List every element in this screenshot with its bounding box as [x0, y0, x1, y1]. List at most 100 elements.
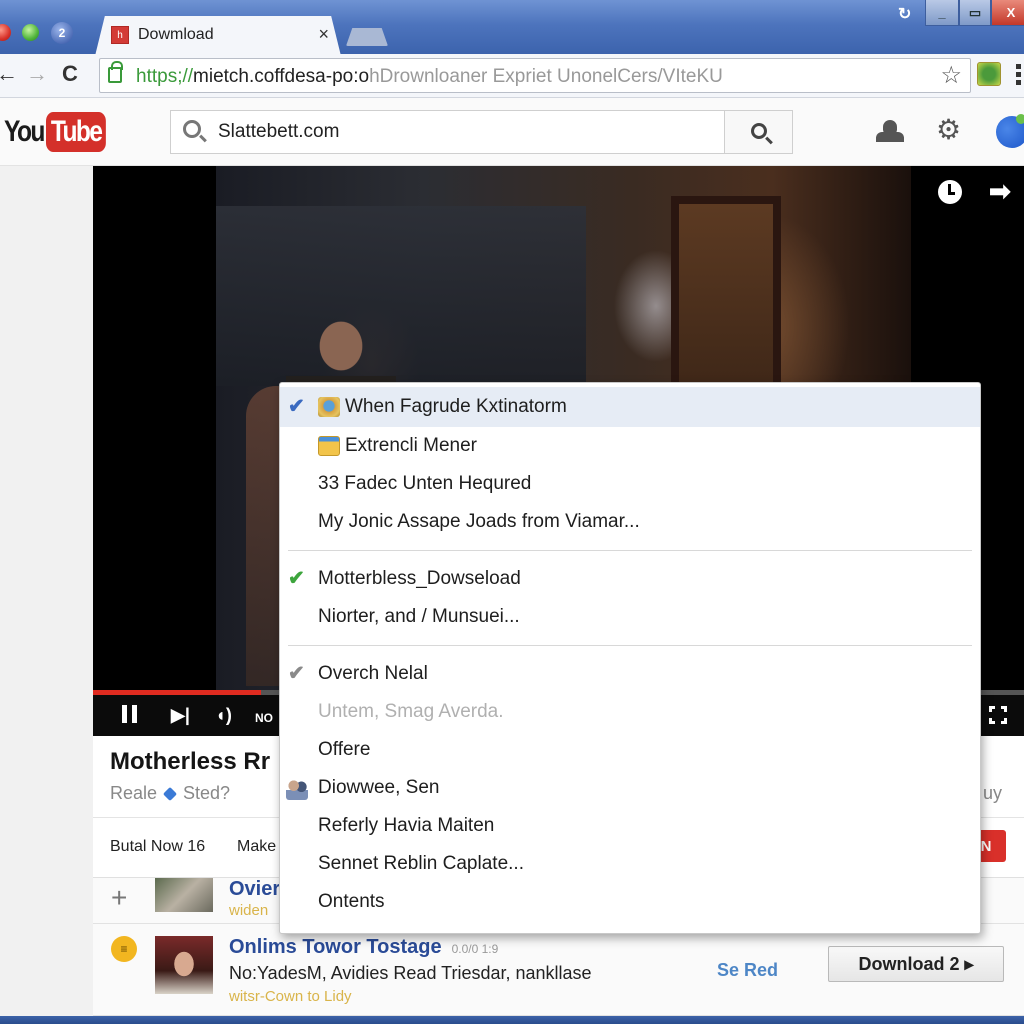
window-zoom-dot[interactable] [22, 24, 39, 41]
related-video-row[interactable]: ≡ Onlims Towor Tostage 0.0/0 1:9 No:Yades… [93, 924, 1024, 1016]
fullscreen-icon[interactable] [989, 706, 1007, 724]
context-menu-item-label: Diowwee, Sen [318, 777, 440, 798]
minimize-button[interactable]: _ [925, 0, 959, 26]
download-button[interactable]: Download 2 ▸ [828, 946, 1004, 982]
context-menu-item[interactable]: ✔ Motterbless_Dowseload [280, 560, 980, 598]
context-menu-item-label: When Fagrude Kxtinatorm [345, 396, 567, 417]
browser-toolbar: ← → C https;//mietch.coffdesa-po:ohDrown… [0, 54, 1024, 98]
logo-tube: Tube [46, 112, 107, 152]
extension-icon[interactable] [977, 62, 1001, 86]
back-button[interactable]: ← [0, 61, 18, 87]
context-menu-item[interactable]: Extrencli Mener [280, 427, 980, 465]
context-menu-item: Untem, Smag Averda. [280, 693, 980, 731]
checkmark-icon: ✔ [288, 662, 305, 685]
related-thumbnail[interactable] [155, 936, 213, 994]
channel-row: Reale Sted? [110, 783, 230, 804]
action-button-2[interactable]: Make [237, 838, 276, 856]
context-menu-item-label: Niorter, and / Munsuei... [318, 606, 520, 627]
context-menu-item[interactable]: Referly Havia Maiten [280, 807, 980, 845]
related-description: No:YadesM, Avidies Read Triesdar, nankll… [229, 963, 592, 983]
url-text[interactable]: https;//mietch.coffdesa-po:ohDrownloaner… [136, 66, 723, 88]
sync-icon[interactable]: ↻ [898, 4, 911, 24]
taskbar [0, 1016, 1024, 1024]
browser-menu-icon[interactable] [1016, 64, 1022, 86]
tab-close-icon[interactable]: × [318, 24, 329, 45]
context-menu-item[interactable]: Diowwee, Sen [280, 769, 980, 807]
globe-icon [318, 397, 340, 417]
channel-suffix: Sted? [183, 783, 231, 803]
url-scheme: https;// [136, 66, 194, 87]
context-menu-item-label: 33 Fadec Unten Hequred [318, 473, 532, 494]
user-icon[interactable] [876, 120, 904, 144]
window-titlebar: 2 h Dowmload × ↻ _ ▭ X [0, 0, 1024, 56]
add-plus-icon[interactable]: + [111, 882, 127, 914]
search-icon [183, 120, 201, 138]
context-menu-item-label: Motterbless_Dowseload [318, 568, 521, 589]
related-thumbnail[interactable] [155, 878, 213, 912]
address-bar[interactable]: https;//mietch.coffdesa-po:ohDrownloaner… [99, 58, 971, 93]
related-title[interactable]: Ovier [229, 878, 280, 901]
youtube-header: You Tube ⚙ [0, 98, 1024, 166]
context-menu-item-label: My Jonic Assape Joads from Viamar... [318, 511, 640, 532]
gear-icon[interactable]: ⚙ [936, 116, 961, 144]
share-arrow-icon[interactable]: ➡ [989, 178, 1011, 204]
maximize-button[interactable]: ▭ [959, 0, 991, 26]
search-box[interactable] [170, 110, 725, 154]
next-icon[interactable]: ▶| [171, 705, 190, 725]
new-tab-button[interactable] [346, 28, 388, 46]
forward-button[interactable]: → [26, 61, 48, 87]
related-subtext: widen [229, 902, 269, 919]
account-avatar[interactable] [996, 114, 1024, 148]
context-menu-item-label: Extrencli Mener [345, 435, 477, 456]
search-icon [751, 123, 767, 139]
watch-later-clock-icon[interactable] [938, 180, 962, 204]
context-menu-item-label: Referly Havia Maiten [318, 815, 495, 836]
youtube-logo[interactable]: You Tube [4, 112, 120, 152]
playlist-badge-icon[interactable]: ≡ [111, 936, 137, 962]
context-menu-item[interactable]: 33 Fadec Unten Hequred [280, 465, 980, 503]
action-button-1[interactable]: Butal Now 16 [110, 838, 205, 856]
related-meta: 0.0/0 1:9 [451, 942, 499, 956]
app-badge-icon[interactable]: 2 [51, 22, 73, 44]
url-path: hDrownloaner Expriet UnonelCers/VIteKU [369, 66, 723, 87]
video-scene-wall [216, 206, 586, 386]
browser-tab[interactable]: h Dowmload × [95, 16, 341, 56]
context-menu-item[interactable]: Sennet Reblin Caplate... [280, 845, 980, 883]
context-menu-item[interactable]: ✔ When Fagrude Kxtinatorm [280, 387, 980, 427]
url-host: mietch.coffdesa-po:o [193, 66, 370, 87]
search-input[interactable] [218, 121, 698, 143]
context-menu-item[interactable]: Offere [280, 731, 980, 769]
quality-label[interactable]: NO [255, 708, 273, 728]
channel-name[interactable]: Reale [110, 783, 157, 804]
folder-icon [318, 436, 340, 456]
left-rail [0, 166, 93, 1016]
reload-button[interactable]: C [62, 61, 78, 87]
context-menu-item[interactable]: My Jonic Assape Joads from Viamar... [280, 503, 980, 541]
lock-icon[interactable] [108, 61, 123, 83]
search-button[interactable] [724, 110, 793, 154]
context-menu-item-label: Sennet Reblin Caplate... [318, 853, 524, 874]
volume-icon[interactable]: ◖) [215, 705, 232, 725]
pause-icon[interactable] [122, 705, 138, 723]
verified-tag-icon [162, 786, 178, 801]
context-menu-item[interactable]: Ontents [280, 883, 980, 921]
see-related-link[interactable]: Se Red [717, 960, 778, 981]
context-menu-item-label: Offere [318, 739, 371, 760]
people-icon [286, 778, 308, 800]
context-menu-item[interactable]: Niorter, and / Munsuei... [280, 598, 980, 636]
close-window-button[interactable]: X [991, 0, 1024, 26]
checkmark-icon: ✔ [288, 567, 305, 590]
menu-separator [288, 645, 972, 646]
bookmark-star-icon[interactable]: ☆ [940, 61, 962, 90]
context-menu-item[interactable]: ✔ Overch Nelal [280, 655, 980, 693]
context-menu-item-label: Untem, Smag Averda. [318, 701, 504, 722]
window-close-dot[interactable] [0, 24, 11, 41]
info-right-text: uy [982, 783, 1002, 803]
context-menu-item-label: Overch Nelal [318, 663, 428, 684]
tab-title: Dowmload [138, 26, 214, 43]
related-title-text[interactable]: Onlims Towor Tostage [229, 936, 442, 958]
logo-you: You [4, 115, 45, 148]
related-subtext: witsr-Cown to Lidy [229, 988, 352, 1005]
video-title: Motherless Rr [110, 748, 271, 775]
related-title[interactable]: Onlims Towor Tostage 0.0/0 1:9 [229, 936, 498, 959]
